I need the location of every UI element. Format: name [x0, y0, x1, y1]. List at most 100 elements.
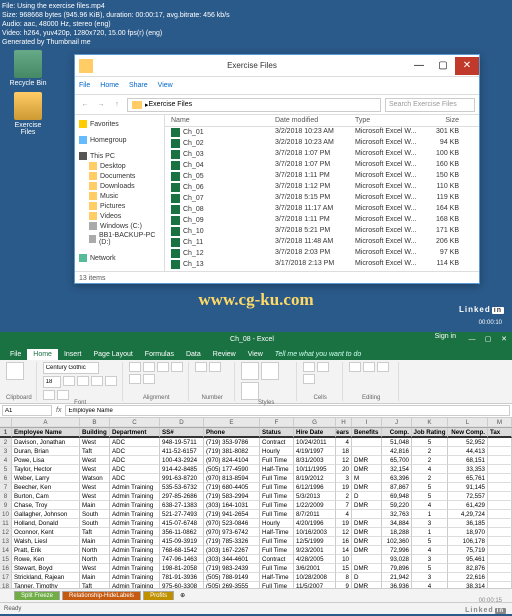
search-input[interactable]: Search Exercise Files [385, 98, 475, 112]
fx-icon[interactable]: fx [56, 407, 61, 414]
minimize-button[interactable]: — [407, 57, 431, 75]
tree-downloads[interactable]: Downloads [79, 181, 160, 191]
minimize-button[interactable]: — [464, 336, 480, 343]
col-header[interactable]: K [412, 418, 448, 427]
data-row[interactable]: 18Tanner, TimothyTaftAdmin Training975-6… [0, 582, 512, 588]
tab-home[interactable]: Home [27, 349, 58, 360]
fill-color-button[interactable] [43, 390, 55, 400]
close-button[interactable]: ✕ [455, 57, 479, 75]
cell-styles-button[interactable] [241, 382, 259, 400]
font-color-button[interactable] [57, 390, 69, 400]
tab-view[interactable]: View [242, 349, 269, 360]
file-row[interactable]: Ch_093/7/2018 1:11 PMMicrosoft Excel W..… [165, 215, 479, 226]
col-header[interactable]: F [260, 418, 294, 427]
address-bar[interactable]: ▸ Exercise Files [127, 98, 381, 112]
col-header[interactable]: L [448, 418, 488, 427]
sheet-tab-1[interactable]: Split Freeze [14, 591, 60, 600]
find-select-button[interactable] [377, 362, 389, 372]
sheet-tab-2[interactable]: Relationship-HideLabels [62, 591, 141, 600]
data-row[interactable]: 10Gallagher, JohnsonSouthAdmin Training5… [0, 510, 512, 519]
italic-button[interactable] [77, 376, 89, 386]
excel-titlebar[interactable]: Ch_08 - Excel Sign in — ▢ ✕ [0, 332, 512, 346]
file-row[interactable]: Ch_123/7/2018 2:03 PMMicrosoft Excel W..… [165, 248, 479, 259]
file-row[interactable]: Ch_063/7/2018 1:12 PMMicrosoft Excel W..… [165, 182, 479, 193]
font-size[interactable] [43, 376, 61, 388]
data-row[interactable]: 7Beecher, KenWestAdmin Training535-53-67… [0, 483, 512, 492]
insert-button[interactable] [303, 362, 315, 372]
col-header[interactable]: I [352, 418, 382, 427]
formula-input[interactable] [65, 405, 510, 416]
col-size[interactable]: Size [425, 117, 465, 124]
data-row[interactable]: 3Duran, BrianTaftADC411-52-6157(719) 381… [0, 447, 512, 456]
col-header[interactable]: J [382, 418, 412, 427]
col-header[interactable]: H [336, 418, 352, 427]
tab-view[interactable]: View [158, 82, 173, 89]
tree-pictures[interactable]: Pictures [79, 201, 160, 211]
data-row[interactable]: 13Walsh, LieslMainAdmin Training415-09-3… [0, 537, 512, 546]
signin-link[interactable]: Sign in [435, 333, 456, 340]
data-row[interactable]: 2Davison, JonathanWestADC948-19-5711(719… [0, 438, 512, 447]
tree-favorites[interactable]: Favorites [79, 119, 160, 129]
close-button[interactable]: ✕ [496, 335, 512, 343]
file-row[interactable]: Ch_073/7/2018 5:15 PMMicrosoft Excel W..… [165, 193, 479, 204]
col-name[interactable]: Name [165, 117, 275, 124]
file-row[interactable]: Ch_053/7/2018 1:11 PMMicrosoft Excel W..… [165, 171, 479, 182]
up-button[interactable]: ↑ [111, 101, 123, 108]
col-header[interactable]: E [204, 418, 260, 427]
format-table-button[interactable] [261, 362, 279, 380]
sheet-tab-3[interactable]: Profits [143, 591, 174, 600]
border-button[interactable] [105, 376, 117, 386]
recycle-bin-icon[interactable]: Recycle Bin [8, 50, 48, 87]
data-row[interactable]: 16Stewart, BoydWestAdmin Training198-81-… [0, 564, 512, 573]
col-header[interactable]: M [488, 418, 512, 427]
tab-review[interactable]: Review [207, 349, 242, 360]
maximize-button[interactable]: ▢ [480, 335, 496, 343]
spreadsheet-grid[interactable]: ABCDEFGHIJKLM 1Employee NameBuildingDepa… [0, 418, 512, 588]
tab-data[interactable]: Data [180, 349, 207, 360]
tree-documents[interactable]: Documents [79, 171, 160, 181]
tab-insert[interactable]: Insert [58, 349, 88, 360]
autosum-button[interactable] [349, 362, 361, 372]
delete-button[interactable] [317, 362, 329, 372]
data-row[interactable]: 8Burton, CamWestAdmin Training297-85-268… [0, 492, 512, 501]
file-row[interactable]: Ch_023/2/2018 10:23 AMMicrosoft Excel W.… [165, 138, 479, 149]
tab-file[interactable]: File [4, 349, 27, 360]
exercise-files-icon[interactable]: Exercise Files [8, 92, 48, 136]
data-row[interactable]: 5Taylor, HectorWestADC914-42-8485(505) 1… [0, 465, 512, 474]
tree-videos[interactable]: Videos [79, 211, 160, 221]
tell-me[interactable]: Tell me what you want to do [269, 349, 368, 360]
tab-pagelayout[interactable]: Page Layout [87, 349, 138, 360]
cond-format-button[interactable] [241, 362, 259, 380]
data-row[interactable]: 4Powe, LisaWestADC100-43-2924(970) 824-4… [0, 456, 512, 465]
tree-music[interactable]: Music [79, 191, 160, 201]
data-row[interactable]: 17Strickland, RajeanMainAdmin Training78… [0, 573, 512, 582]
file-row[interactable]: Ch_033/7/2018 1:07 PMMicrosoft Excel W..… [165, 149, 479, 160]
col-type[interactable]: Type [355, 117, 425, 124]
bold-button[interactable] [63, 376, 75, 386]
sort-filter-button[interactable] [363, 362, 375, 372]
maximize-button[interactable]: ▢ [431, 57, 455, 75]
tree-windowsc[interactable]: Windows (C:) [79, 221, 160, 231]
align-button[interactable] [129, 362, 141, 372]
file-row[interactable]: Ch_083/7/2018 11:17 AMMicrosoft Excel W.… [165, 204, 479, 215]
format-button[interactable] [303, 374, 315, 384]
add-sheet-button[interactable]: ⊕ [176, 592, 189, 599]
tab-file[interactable]: File [79, 82, 90, 89]
file-row[interactable]: Ch_103/7/2018 5:21 PMMicrosoft Excel W..… [165, 226, 479, 237]
tree-thispc[interactable]: This PC [79, 151, 160, 161]
data-row[interactable]: 11Holland, DonaldSouthAdmin Training415-… [0, 519, 512, 528]
col-header[interactable]: D [160, 418, 204, 427]
col-header[interactable]: C [110, 418, 160, 427]
explorer-titlebar[interactable]: Exercise Files — ▢ ✕ [75, 55, 479, 77]
col-header[interactable]: G [294, 418, 336, 427]
name-box[interactable] [2, 405, 52, 416]
col-header[interactable]: B [80, 418, 110, 427]
col-date[interactable]: Date modified [275, 117, 355, 124]
data-row[interactable]: 15Rowe, KenNorthAdmin Training747-96-146… [0, 555, 512, 564]
file-row[interactable]: Ch_133/17/2018 2:13 PMMicrosoft Excel W.… [165, 259, 479, 270]
file-row[interactable]: Ch_043/7/2018 1:07 PMMicrosoft Excel W..… [165, 160, 479, 171]
tree-desktop[interactable]: Desktop [79, 161, 160, 171]
tree-network[interactable]: Network [79, 253, 160, 263]
forward-button[interactable]: → [95, 101, 107, 108]
tab-formulas[interactable]: Formulas [139, 349, 180, 360]
